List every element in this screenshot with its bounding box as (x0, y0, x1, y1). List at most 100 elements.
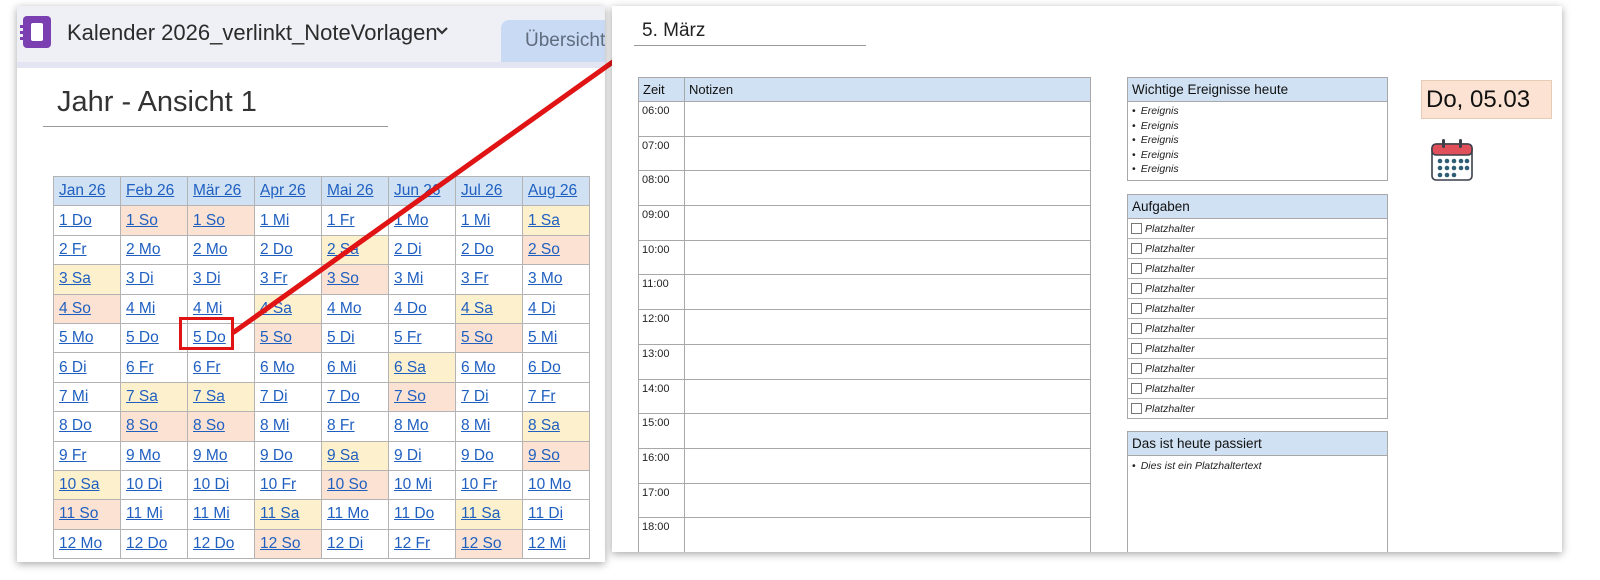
day-link[interactable]: 3 Mi (388, 264, 456, 295)
day-link[interactable]: 4 Mo (321, 293, 389, 324)
day-link[interactable]: 11 Mi (120, 499, 188, 530)
day-link[interactable]: 3 Di (120, 264, 188, 295)
day-link[interactable]: 12 So (455, 528, 523, 560)
day-link[interactable]: 3 Di (187, 264, 255, 295)
day-link[interactable]: 9 Sa (321, 440, 389, 471)
day-link[interactable]: 2 Mo (187, 234, 255, 266)
day-link[interactable]: 10 So (321, 469, 389, 501)
day-link[interactable]: 10 Fr (455, 469, 523, 501)
day-link[interactable]: 6 Do (522, 352, 590, 383)
day-link[interactable]: 10 Fr (254, 469, 322, 501)
day-link[interactable]: 1 Do (53, 205, 121, 236)
day-link[interactable]: 2 Sa (321, 234, 389, 266)
task-checkbox[interactable] (1131, 343, 1142, 354)
day-link[interactable]: 10 Mi (388, 469, 456, 501)
day-link[interactable]: 12 Do (187, 528, 255, 560)
task-checkbox[interactable] (1131, 283, 1142, 294)
day-link[interactable]: 8 Mo (388, 411, 456, 442)
note-cell[interactable] (684, 101, 1091, 137)
note-cell[interactable] (684, 239, 1091, 276)
onenote-notebook-icon[interactable] (20, 16, 51, 48)
day-link[interactable]: 7 Sa (187, 381, 255, 413)
day-link[interactable]: 7 Mi (53, 381, 121, 413)
day-link[interactable]: 9 Do (254, 440, 322, 471)
month-header[interactable]: Jun 26 (388, 175, 456, 207)
note-cell[interactable] (684, 378, 1091, 415)
day-link[interactable]: 5 Mo (53, 322, 121, 354)
day-link[interactable]: 7 Do (321, 381, 389, 413)
note-cell[interactable] (684, 170, 1091, 207)
day-link[interactable]: 12 So (254, 528, 322, 560)
day-link[interactable]: 9 Mo (120, 440, 188, 471)
day-link[interactable]: 8 So (187, 411, 255, 442)
day-link[interactable]: 3 Mo (522, 264, 590, 295)
day-link[interactable]: 11 Mi (187, 499, 255, 530)
day-link[interactable]: 8 So (120, 411, 188, 442)
day-link[interactable]: 3 Sa (53, 264, 121, 295)
day-link[interactable]: 7 Di (455, 381, 523, 413)
note-cell[interactable] (684, 135, 1091, 172)
day-link[interactable]: 10 Mo (522, 469, 590, 501)
day-link[interactable]: 8 Mi (254, 411, 322, 442)
day-link[interactable]: 6 Mo (254, 352, 322, 383)
day-link[interactable]: 2 Do (455, 234, 523, 266)
day-link[interactable]: 2 Do (254, 234, 322, 266)
day-link[interactable]: 8 Fr (321, 411, 389, 442)
task-checkbox[interactable] (1131, 363, 1142, 374)
note-cell[interactable] (684, 309, 1091, 345)
task-checkbox[interactable] (1131, 383, 1142, 394)
task-checkbox[interactable] (1131, 323, 1142, 334)
day-link[interactable]: 5 Fr (388, 322, 456, 354)
day-link[interactable]: 11 So (53, 499, 121, 530)
day-link[interactable]: 11 Di (522, 499, 590, 530)
day-link[interactable]: 12 Di (321, 528, 389, 560)
day-link[interactable]: 11 Sa (254, 499, 322, 530)
month-header[interactable]: Jul 26 (455, 175, 523, 207)
day-link[interactable]: 12 Do (120, 528, 188, 560)
day-link[interactable]: 10 Di (187, 469, 255, 501)
day-link[interactable]: 4 Sa (455, 293, 523, 324)
task-checkbox[interactable] (1131, 303, 1142, 314)
note-cell[interactable] (684, 447, 1091, 484)
day-link[interactable]: 5 So (455, 322, 523, 354)
day-link[interactable]: 6 Fr (187, 352, 255, 383)
task-checkbox[interactable] (1131, 243, 1142, 254)
day-link[interactable]: 2 So (522, 234, 590, 266)
day-link[interactable]: 5 Mi (522, 322, 590, 354)
day-link[interactable]: 10 Di (120, 469, 188, 501)
day-link[interactable]: 8 Mi (455, 411, 523, 442)
month-header[interactable]: Mai 26 (321, 175, 389, 207)
month-header[interactable]: Mär 26 (187, 175, 255, 207)
month-header[interactable]: Feb 26 (120, 175, 188, 207)
day-link[interactable]: 4 Mi (120, 293, 188, 324)
note-cell[interactable] (684, 413, 1091, 449)
task-checkbox[interactable] (1131, 403, 1142, 414)
day-link[interactable]: 3 Fr (455, 264, 523, 295)
note-cell[interactable] (684, 205, 1091, 241)
day-link[interactable]: 7 Di (254, 381, 322, 413)
day-link[interactable]: 4 So (53, 293, 121, 324)
day-link[interactable]: 9 Do (455, 440, 523, 471)
day-link[interactable]: 1 Mo (388, 205, 456, 236)
day-link[interactable]: 4 Di (522, 293, 590, 324)
day-link[interactable]: 12 Mi (522, 528, 590, 560)
day-link[interactable]: 9 Mo (187, 440, 255, 471)
tab-uebersicht[interactable]: Übersicht (501, 20, 605, 62)
day-link[interactable]: 4 Sa (254, 293, 322, 324)
day-link[interactable]: 6 Sa (388, 352, 456, 383)
note-cell[interactable] (684, 343, 1091, 380)
day-link[interactable]: 7 Fr (522, 381, 590, 413)
day-link[interactable]: 3 Fr (254, 264, 322, 295)
day-link[interactable]: 6 Fr (120, 352, 188, 383)
day-link[interactable]: 9 So (522, 440, 590, 471)
day-link[interactable]: 8 Sa (522, 411, 590, 442)
chevron-down-icon[interactable] (435, 24, 449, 38)
day-link[interactable]: 1 Sa (522, 205, 590, 236)
notebook-title[interactable]: Kalender 2026_verlinkt_NoteVorlagen (67, 20, 438, 46)
day-link[interactable]: 12 Mo (53, 528, 121, 560)
day-link[interactable]: 1 So (120, 205, 188, 236)
day-link[interactable]: 5 So (254, 322, 322, 354)
day-link[interactable]: 11 Sa (455, 499, 523, 530)
day-link[interactable]: 6 Di (53, 352, 121, 383)
day-link[interactable]: 1 Mi (455, 205, 523, 236)
